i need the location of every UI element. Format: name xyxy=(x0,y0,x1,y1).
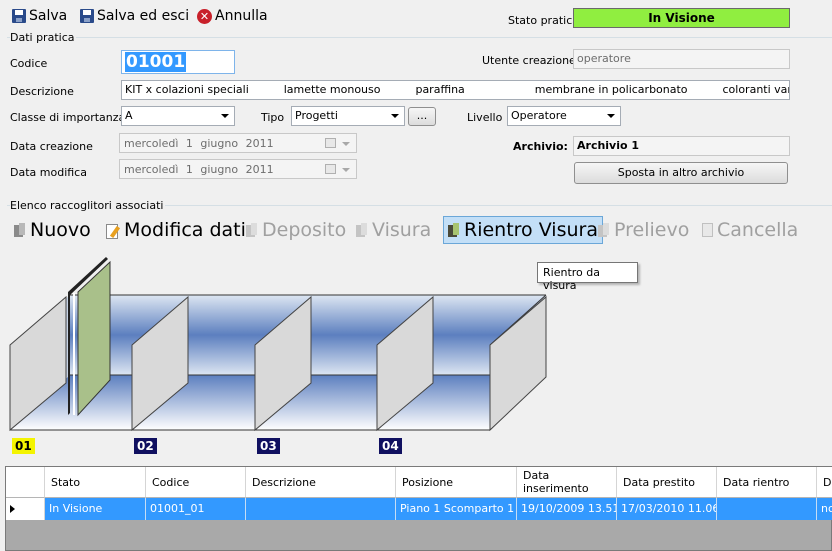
cell-posizione[interactable]: Piano 1 Scomparto 1 xyxy=(396,498,517,520)
visura-label: Visura xyxy=(372,219,432,241)
prelievo-tool[interactable]: Prelievo xyxy=(594,216,693,244)
slot-label-01[interactable]: 01 xyxy=(12,438,35,454)
archivio-label: Archivio: xyxy=(513,140,568,153)
deposito-label: Deposito xyxy=(262,219,347,241)
cell-data-prestito[interactable]: 17/03/2010 11.06 xyxy=(617,498,717,520)
dati-pratica-divider xyxy=(7,37,832,38)
rientro-tooltip: Rientro da visura xyxy=(537,262,638,292)
slot-label-03[interactable]: 03 xyxy=(257,438,280,454)
cancella-tool[interactable]: Cancella xyxy=(698,216,802,244)
data-creazione-picker: mercoledì 1 giugno 2011 xyxy=(119,133,357,153)
deposito-tool[interactable]: Deposito xyxy=(242,216,350,244)
col-header-data-prestito[interactable]: Data prestito xyxy=(617,467,717,498)
col-header-data-inserimento[interactable]: Data inserimento xyxy=(517,467,617,498)
codice-input[interactable]: 01001 xyxy=(121,50,235,74)
livello-value: Operatore xyxy=(511,109,567,122)
slot-label-04[interactable]: 04 xyxy=(379,438,402,454)
codice-value: 01001 xyxy=(125,52,187,72)
chevron-down-icon xyxy=(391,114,399,118)
floppy-disk-icon xyxy=(12,9,26,23)
col-header-descrizione[interactable]: Descrizione xyxy=(246,467,396,498)
cell-d[interactable]: ncs xyxy=(817,498,832,520)
descrizione-input[interactable]: KIT x colazioni speciali lamette monouso… xyxy=(121,80,790,100)
grid-row-header-corner xyxy=(6,467,45,498)
chevron-down-icon xyxy=(342,142,350,146)
shelf-illustration xyxy=(9,257,547,432)
col-header-stato[interactable]: Stato xyxy=(45,467,146,498)
binder-icon xyxy=(598,223,610,237)
stato-pratica-label: Stato pratica xyxy=(508,14,579,27)
livello-select[interactable]: Operatore xyxy=(507,106,621,126)
cell-stato[interactable]: In Visione xyxy=(45,498,146,520)
chevron-down-icon xyxy=(221,114,229,118)
col-header-data-rientro[interactable]: Data rientro xyxy=(717,467,817,498)
data-modifica-picker: mercoledì 1 giugno 2011 xyxy=(119,159,357,179)
edit-icon xyxy=(106,223,120,239)
row-pointer-icon xyxy=(10,505,15,513)
data-creazione-value: mercoledì 1 giugno 2011 xyxy=(124,137,274,150)
rientro-visura-label: Rientro Visura xyxy=(464,219,598,241)
prelievo-label: Prelievo xyxy=(614,219,690,241)
modifica-dati-tool[interactable]: Modifica dati xyxy=(102,216,250,244)
cancel-icon: ✕ xyxy=(197,8,212,24)
binder-icon xyxy=(246,223,258,237)
tipo-label: Tipo xyxy=(261,111,285,124)
salva-ed-esci-button[interactable]: Salva ed esci xyxy=(80,6,189,26)
chevron-down-icon xyxy=(607,114,615,118)
data-creazione-label: Data creazione xyxy=(10,140,93,153)
annulla-label: Annulla xyxy=(215,8,268,24)
raccoglitori-grid: Stato Codice Descrizione Posizione Data … xyxy=(5,466,832,551)
data-modifica-label: Data modifica xyxy=(10,166,87,179)
cell-data-inserimento[interactable]: 19/10/2009 13.51 xyxy=(517,498,617,520)
tipo-value: Progetti xyxy=(295,109,338,122)
tipo-browse-button[interactable]: ... xyxy=(408,107,436,126)
stato-pratica-badge: In Visione xyxy=(573,8,790,28)
row-selector[interactable] xyxy=(6,498,45,520)
descrizione-label: Descrizione xyxy=(10,85,74,98)
binder-icon xyxy=(14,223,26,237)
classe-importanza-select[interactable]: A xyxy=(121,106,235,126)
tipo-select[interactable]: Progetti xyxy=(291,106,405,126)
delete-icon xyxy=(702,223,713,237)
slot-label-02[interactable]: 02 xyxy=(134,438,157,454)
salva-label: Salva xyxy=(29,8,68,24)
nuovo-label: Nuovo xyxy=(30,219,91,241)
binder-icon xyxy=(356,223,368,237)
annulla-button[interactable]: ✕ Annulla xyxy=(197,6,268,26)
nuovo-tool[interactable]: Nuovo xyxy=(10,216,95,244)
modifica-dati-label: Modifica dati xyxy=(124,219,246,241)
calendar-icon xyxy=(325,138,336,148)
dati-pratica-title: Dati pratica xyxy=(10,31,77,44)
cell-codice[interactable]: 01001_01 xyxy=(146,498,246,520)
cancella-label: Cancella xyxy=(717,219,799,241)
classe-importanza-label: Classe di importanza xyxy=(10,111,126,124)
calendar-icon xyxy=(325,164,336,174)
data-modifica-value: mercoledì 1 giugno 2011 xyxy=(124,163,274,176)
rientro-visura-tool[interactable]: Rientro Visura xyxy=(443,216,603,244)
cell-descrizione[interactable] xyxy=(246,498,396,520)
binder-icon xyxy=(448,223,460,237)
livello-label: Livello xyxy=(467,111,503,124)
sposta-archivio-button[interactable]: Sposta in altro archivio xyxy=(574,162,788,184)
visura-tool[interactable]: Visura xyxy=(352,216,435,244)
col-header-codice[interactable]: Codice xyxy=(146,467,246,498)
salva-ed-esci-label: Salva ed esci xyxy=(97,8,190,24)
archivio-field: Archivio 1 xyxy=(573,136,790,156)
floppy-disk-icon xyxy=(80,9,94,23)
cell-data-rientro[interactable] xyxy=(717,498,817,520)
raccoglitori-title: Elenco raccoglitori associati xyxy=(10,199,166,212)
col-header-d[interactable]: D xyxy=(817,467,832,498)
classe-importanza-value: A xyxy=(125,109,133,122)
utente-creazione-label: Utente creazione xyxy=(482,54,576,67)
codice-label: Codice xyxy=(10,57,48,70)
salva-button[interactable]: Salva xyxy=(12,6,67,26)
utente-creazione-field: operatore xyxy=(573,49,790,69)
chevron-down-icon xyxy=(342,168,350,172)
col-header-posizione[interactable]: Posizione xyxy=(396,467,517,498)
